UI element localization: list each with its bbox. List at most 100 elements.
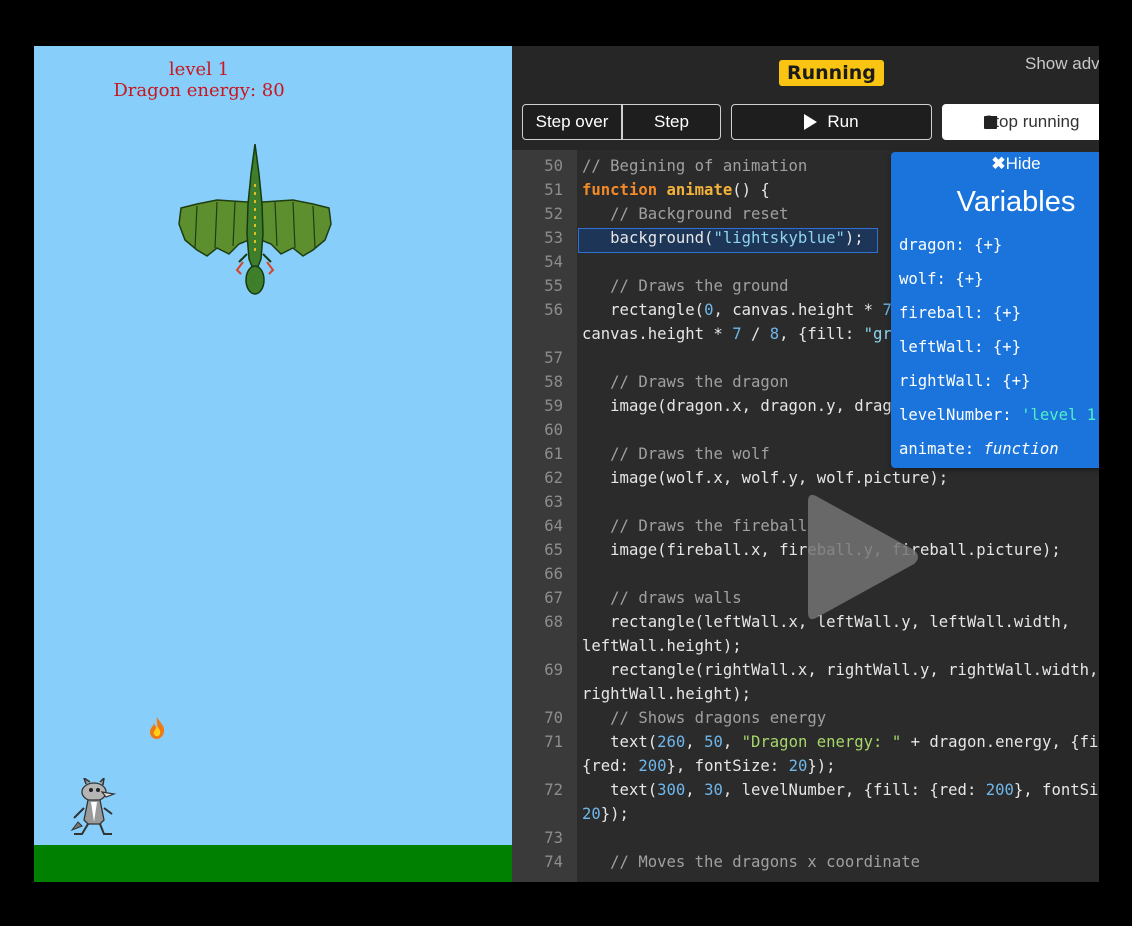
code-line[interactable]: leftWall.height); — [512, 634, 1099, 658]
stop-icon — [984, 116, 997, 129]
wolf-sprite — [70, 778, 117, 835]
code-line[interactable]: rightWall.height); — [512, 682, 1099, 706]
code-text: // Draws the fireball — [610, 517, 808, 535]
code-text: // Background reset — [610, 205, 789, 223]
line-number[interactable]: 71 — [512, 730, 563, 754]
variable-row[interactable]: leftWall: {+} — [899, 338, 1021, 356]
run-button-label: Run — [827, 112, 859, 131]
line-number[interactable]: 66 — [512, 562, 563, 586]
variable-name: wolf: — [899, 270, 956, 288]
code-text: // Draws the ground — [610, 277, 789, 295]
play-icon — [804, 114, 818, 130]
code-text: rightWall.height); — [582, 685, 751, 703]
code-text: background("lightskyblue"); — [582, 229, 864, 247]
variable-name: levelNumber: — [899, 406, 1022, 424]
code-line[interactable]: 62 image(wolf.x, wolf.y, wolf.picture); — [512, 466, 1099, 490]
code-line[interactable]: 73 — [512, 826, 1099, 850]
line-number[interactable]: 73 — [512, 826, 563, 850]
variable-value[interactable]: {+} — [993, 304, 1021, 322]
status-badge: Running — [779, 60, 884, 86]
variable-value[interactable]: {+} — [974, 236, 1002, 254]
toolbar: Running Show adva Step over Step Run Sto… — [512, 46, 1099, 150]
code-text: image(dragon.x, dragon.y, drag — [582, 397, 892, 415]
code-line[interactable]: {red: 200}, fontSize: 20}); — [512, 754, 1099, 778]
line-number[interactable]: 64 — [512, 514, 563, 538]
code-line[interactable]: 72 text(300, 30, levelNumber, {fill: {re… — [512, 778, 1099, 802]
line-number[interactable]: 56 — [512, 298, 563, 322]
app-frame: level 1 Dragon energy: 80 Running Show a… — [34, 46, 1099, 882]
variable-name: animate: — [899, 440, 984, 458]
variable-row[interactable]: fireball: {+} — [899, 304, 1021, 322]
line-number[interactable]: 62 — [512, 466, 563, 490]
line-number[interactable]: 63 — [512, 490, 563, 514]
step-button[interactable]: Step — [622, 104, 721, 140]
variable-value[interactable]: 'level 1 — [1021, 406, 1096, 424]
code-text: 20}); — [582, 805, 629, 823]
code-text: text(260, 50, "Dragon energy: " + dragon… — [582, 733, 1099, 751]
line-number[interactable]: 50 — [512, 154, 563, 178]
dragon-sprite — [178, 144, 332, 295]
variable-row[interactable]: rightWall: {+} — [899, 372, 1030, 390]
variable-row[interactable]: levelNumber: 'level 1 — [899, 406, 1096, 424]
line-number[interactable]: 74 — [512, 850, 563, 874]
line-number[interactable]: 53 — [512, 226, 563, 250]
variable-name: leftWall: — [899, 338, 993, 356]
line-number[interactable]: 52 — [512, 202, 563, 226]
variable-row[interactable]: wolf: {+} — [899, 270, 984, 288]
variables-title: Variables — [956, 186, 1076, 218]
code-text: // draws walls — [610, 589, 742, 607]
line-number[interactable]: 69 — [512, 658, 563, 682]
line-number[interactable]: 54 — [512, 250, 563, 274]
play-overlay-icon[interactable] — [802, 490, 922, 624]
line-number[interactable]: 65 — [512, 538, 563, 562]
hide-label: Hide — [1005, 154, 1041, 173]
line-number[interactable]: 57 — [512, 346, 563, 370]
code-line[interactable]: 70 // Shows dragons energy — [512, 706, 1099, 730]
code-text: leftWall.height); — [582, 637, 742, 655]
code-line[interactable]: 20}); — [512, 802, 1099, 826]
code-text: // Begining of animation — [582, 157, 808, 175]
variable-value[interactable]: {+} — [1002, 372, 1030, 390]
code-text: rectangle(rightWall.x, rightWall.y, righ… — [582, 661, 1099, 679]
line-number[interactable]: 51 — [512, 178, 563, 202]
variables-panel: ✖Hide Variables dragon: {+} wolf: {+} fire… — [891, 152, 1099, 468]
hide-button[interactable]: ✖Hide — [891, 154, 1099, 174]
variable-name: rightWall: — [899, 372, 1003, 390]
close-icon: ✖ — [991, 154, 1006, 173]
code-text: image(wolf.x, wolf.y, wolf.picture); — [582, 469, 949, 487]
code-text: canvas.height * 7 / 8, {fill: "gr — [582, 325, 892, 343]
editor-panel: Running Show adva Step over Step Run Sto… — [512, 46, 1099, 882]
ground — [34, 845, 512, 882]
line-number[interactable]: 58 — [512, 370, 563, 394]
variable-row[interactable]: dragon: {+} — [899, 236, 1002, 254]
variable-value[interactable]: {+} — [955, 270, 983, 288]
run-button[interactable]: Run — [731, 104, 932, 140]
step-over-button[interactable]: Step over — [522, 104, 622, 140]
code-text: rectangle(0, canvas.height * 7 — [582, 301, 892, 319]
stop-button-label: Stop running — [983, 112, 1080, 131]
fireball-sprite — [150, 717, 165, 739]
variable-value[interactable]: function — [984, 440, 1059, 458]
line-number[interactable]: 70 — [512, 706, 563, 730]
code-line[interactable]: 71 text(260, 50, "Dragon energy: " + dra… — [512, 730, 1099, 754]
stop-running-button[interactable]: Stop running — [942, 104, 1099, 140]
code-text: // Draws the wolf — [610, 445, 770, 463]
game-canvas[interactable]: level 1 Dragon energy: 80 — [34, 46, 512, 882]
line-number[interactable]: 60 — [512, 418, 563, 442]
variable-value[interactable]: {+} — [993, 338, 1021, 356]
code-text: // Moves the dragons x coordinate — [610, 853, 920, 871]
variable-name: dragon: — [899, 236, 975, 254]
code-text: function animate() { — [582, 181, 770, 199]
code-line[interactable]: 74 // Moves the dragons x coordinate — [512, 850, 1099, 874]
show-advanced-link[interactable]: Show adva — [1025, 54, 1099, 74]
line-number[interactable]: 72 — [512, 778, 563, 802]
code-text: {red: 200}, fontSize: 20}); — [582, 757, 836, 775]
line-number[interactable]: 67 — [512, 586, 563, 610]
line-number[interactable]: 68 — [512, 610, 563, 634]
variable-name: fireball: — [899, 304, 993, 322]
line-number[interactable]: 59 — [512, 394, 563, 418]
line-number[interactable]: 61 — [512, 442, 563, 466]
line-number[interactable]: 55 — [512, 274, 563, 298]
code-line[interactable]: 69 rectangle(rightWall.x, rightWall.y, r… — [512, 658, 1099, 682]
variable-row[interactable]: animate: function — [899, 440, 1059, 458]
